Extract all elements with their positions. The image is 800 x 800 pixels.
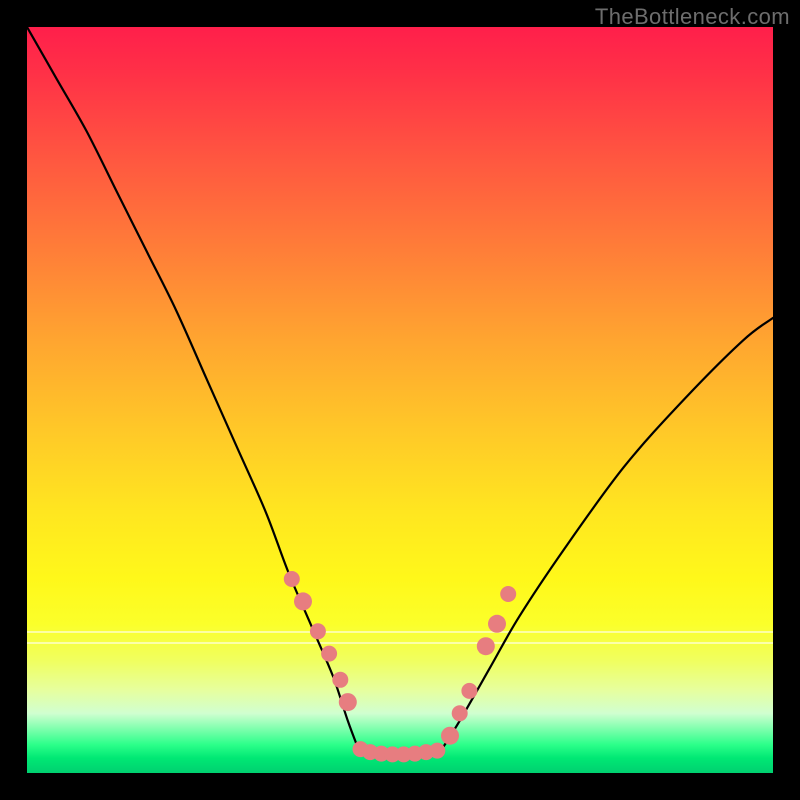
data-point bbox=[310, 623, 326, 639]
chart-frame: TheBottleneck.com bbox=[0, 0, 800, 800]
chart-svg bbox=[27, 27, 773, 773]
data-point bbox=[284, 571, 300, 587]
curve-left-limb bbox=[27, 27, 359, 751]
data-point bbox=[429, 743, 445, 759]
bottleneck-curve bbox=[27, 27, 773, 754]
data-point bbox=[332, 672, 348, 688]
data-point bbox=[294, 592, 312, 610]
data-point bbox=[477, 637, 495, 655]
plot-area bbox=[27, 27, 773, 773]
data-point bbox=[321, 646, 337, 662]
data-point bbox=[461, 683, 477, 699]
data-point bbox=[488, 615, 506, 633]
data-point bbox=[452, 705, 468, 721]
data-point bbox=[339, 693, 357, 711]
watermark-text: TheBottleneck.com bbox=[595, 4, 790, 30]
data-point bbox=[441, 727, 459, 745]
curve-right-limb bbox=[441, 318, 773, 751]
data-point bbox=[500, 586, 516, 602]
data-points bbox=[284, 571, 516, 762]
